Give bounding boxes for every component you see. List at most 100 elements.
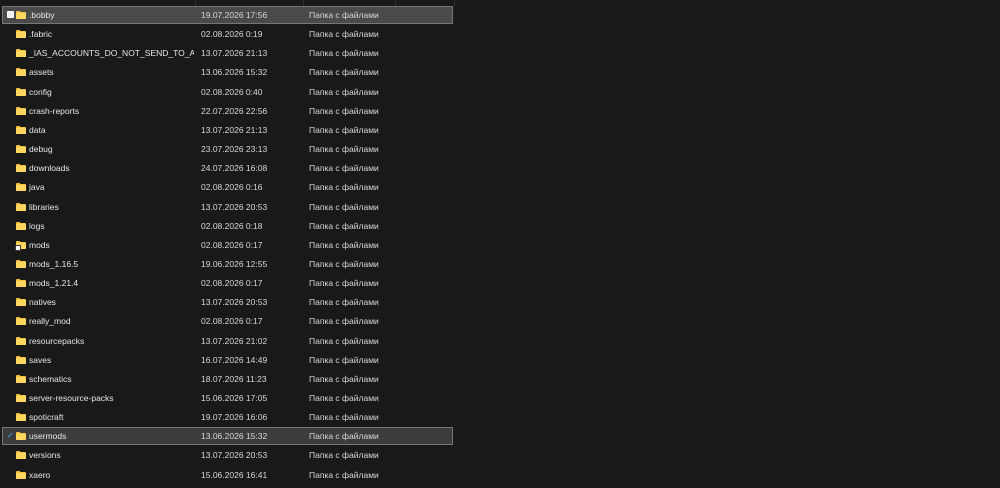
- column-separator[interactable]: [454, 0, 455, 6]
- modified-date: 15.06.2026 17:05: [201, 393, 268, 403]
- folder-icon: [16, 451, 26, 460]
- folder-icon: [16, 336, 26, 345]
- file-row[interactable]: xaero 15.06.2026 16:41 Папка с файлами: [2, 466, 453, 484]
- file-row[interactable]: mods 02.08.2026 0:17 Папка с файлами: [2, 236, 453, 254]
- file-name: libraries: [29, 201, 59, 212]
- file-type: Папка с файлами: [309, 182, 379, 193]
- file-row[interactable]: saves 16.07.2026 14:49 Папка с файлами: [2, 351, 453, 369]
- file-name: resourcepacks: [29, 335, 85, 346]
- file-name: server-resource-packs: [29, 393, 114, 403]
- file-row[interactable]: downloads 24.07.2026 16:08 Папка с файлами: [2, 159, 453, 177]
- file-type: Папка с файлами: [309, 67, 379, 78]
- modified-date: 22.07.2026 22:56: [201, 105, 268, 116]
- file-type: Папка с файлами: [309, 163, 379, 174]
- file-type: Папка с файлами: [309, 258, 379, 269]
- folder-icon: [16, 11, 26, 19]
- file-name: _IAS_ACCOUNTS_DO_NOT_SEND_TO_ANYONE: [29, 48, 194, 59]
- file-name: usermods: [29, 431, 67, 442]
- folder-icon: [16, 68, 26, 77]
- modified-date: 13.07.2026 20:53: [201, 297, 268, 308]
- file-type: Папка с файлами: [309, 220, 379, 231]
- file-name: logs: [29, 220, 45, 231]
- folder-icon: [16, 394, 26, 402]
- file-type: Папка с файлами: [309, 412, 379, 423]
- file-row[interactable]: crash-reports 22.07.2026 22:56 Папка с фай…: [2, 102, 453, 120]
- modified-date: 02.08.2026 0:17: [201, 316, 263, 327]
- modified-date: 02.08.2026 0:16: [201, 182, 263, 193]
- file-list: .bobby 19.07.2026 17:56 Папка с файлами .fa…: [0, 0, 1000, 488]
- folder-icon: [16, 125, 26, 134]
- file-name: versions: [29, 450, 61, 461]
- modified-date: 13.06.2026 15:32: [201, 67, 268, 78]
- modified-date: 19.06.2026 12:55: [201, 258, 268, 269]
- folder-icon: [16, 413, 26, 422]
- file-name: downloads: [29, 163, 70, 174]
- folder-icon: [16, 259, 26, 268]
- file-row[interactable]: logs 02.08.2026 0:18 Папка с файлами: [2, 217, 453, 235]
- file-type: Папка с файлами: [309, 278, 379, 289]
- file-type: Папка с файлами: [309, 335, 379, 346]
- file-row[interactable]: java 02.08.2026 0:16 Папка с файлами: [2, 178, 453, 196]
- file-type: Папка с файлами: [309, 297, 379, 308]
- modified-date: 16.07.2026 14:49: [201, 354, 268, 365]
- file-name: spoticraft: [29, 412, 64, 423]
- file-type: Папка с файлами: [309, 10, 379, 20]
- folder-icon: [16, 106, 26, 115]
- file-name: mods_1.21.4: [29, 278, 79, 289]
- modified-date: 02.08.2026 0:19: [201, 29, 263, 40]
- file-name: crash-reports: [29, 105, 80, 116]
- modified-date: 23.07.2026 23:13: [201, 144, 268, 154]
- modified-date: 02.08.2026 0:40: [201, 86, 263, 97]
- check-icon[interactable]: ✓: [7, 432, 14, 440]
- folder-icon: [16, 470, 26, 479]
- file-type: Папка с файлами: [309, 201, 379, 212]
- file-row[interactable]: versions 13.07.2026 20:53 Папка с файлами: [2, 446, 453, 464]
- file-row[interactable]: config 02.08.2026 0:40 Папка с файлами: [2, 83, 453, 101]
- file-row[interactable]: assets 13.06.2026 15:32 Папка с файлами: [2, 63, 453, 81]
- file-type: Папка с файлами: [309, 450, 379, 461]
- file-row[interactable]: really_mod 02.08.2026 0:17 Папка с файлами: [2, 312, 453, 330]
- file-row[interactable]: resourcepacks 13.07.2026 21:02 Папка с фай…: [2, 332, 453, 350]
- folder-icon: [16, 298, 26, 307]
- file-row[interactable]: ✓ usermods 13.06.2026 15:32 Папка с файлами: [2, 427, 453, 446]
- file-row[interactable]: data 13.07.2026 21:13 Папка с файлами: [2, 121, 453, 139]
- folder-icon: [16, 30, 26, 39]
- file-row[interactable]: server-resource-packs 15.06.2026 17:05 Пап…: [2, 389, 453, 407]
- file-row[interactable]: _IAS_ACCOUNTS_DO_NOT_SEND_TO_ANYONE 13.07…: [2, 44, 453, 62]
- folder-icon: [16, 317, 26, 326]
- modified-date: 24.07.2026 16:08: [201, 163, 268, 174]
- file-name: xaero: [29, 469, 51, 480]
- folder-icon: [16, 432, 26, 441]
- file-type: Папка с файлами: [309, 373, 379, 384]
- folder-icon: [16, 183, 26, 192]
- file-type: Папка с файлами: [309, 469, 379, 480]
- file-name: assets: [29, 67, 54, 78]
- modified-date: 13.07.2026 21:13: [201, 48, 268, 59]
- checkbox-icon[interactable]: [7, 11, 14, 18]
- folder-icon: [16, 145, 26, 153]
- modified-date: 02.08.2026 0:17: [201, 239, 263, 250]
- file-row[interactable]: .fabric 02.08.2026 0:19 Папка с файлами: [2, 25, 453, 43]
- file-row[interactable]: .bobby 19.07.2026 17:56 Папка с файлами: [2, 6, 453, 24]
- file-row[interactable]: mods_1.21.4 02.08.2026 0:17 Папка с файлам…: [2, 274, 453, 292]
- file-row[interactable]: schematics 18.07.2026 11:23 Папка с файлам…: [2, 370, 453, 388]
- file-type: Папка с файлами: [309, 124, 379, 135]
- file-row[interactable]: libraries 13.07.2026 20:53 Папка с файлами: [2, 198, 453, 216]
- modified-date: 13.07.2026 20:53: [201, 201, 268, 212]
- file-row[interactable]: debug 23.07.2026 23:13 Папка с файлами: [2, 140, 453, 158]
- file-name: mods_1.16.5: [29, 258, 79, 269]
- folder-icon: [16, 49, 26, 58]
- file-type: Папка с файлами: [309, 431, 379, 442]
- file-type: Папка с файлами: [309, 354, 379, 365]
- file-name: java: [29, 182, 45, 193]
- file-row[interactable]: natives 13.07.2026 20:53 Папка с файлами: [2, 293, 453, 311]
- file-type: Папка с файлами: [309, 144, 379, 154]
- file-type: Папка с файлами: [309, 29, 379, 40]
- modified-date: 13.07.2026 20:53: [201, 450, 268, 461]
- file-row[interactable]: spoticraft 19.07.2026 16:06 Папка с файлам…: [2, 408, 453, 426]
- folder-icon: [16, 355, 26, 364]
- file-name: mods: [29, 239, 50, 250]
- file-type: Папка с файлами: [309, 239, 379, 250]
- file-name: .fabric: [29, 29, 53, 40]
- file-row[interactable]: mods_1.16.5 19.06.2026 12:55 Папка с файла…: [2, 255, 453, 273]
